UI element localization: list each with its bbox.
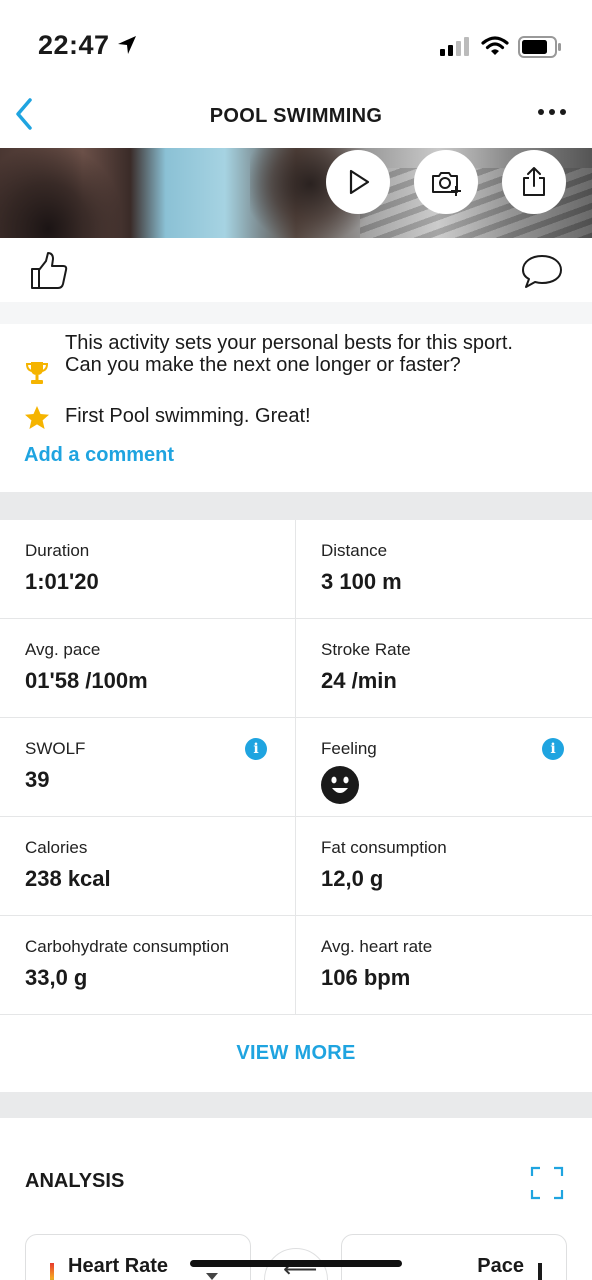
- stat-avg-pace: Avg. pace 01'58 /100m: [0, 619, 296, 718]
- view-more-row: VIEW MORE: [0, 1016, 592, 1092]
- graph-selector-label: Pace: [477, 1255, 524, 1277]
- heart-rate-graph-selector[interactable]: Heart Rate: [25, 1234, 251, 1280]
- swap-arrow-icon: ⟵: [283, 1256, 318, 1280]
- wifi-icon: [481, 36, 509, 55]
- view-more-button[interactable]: VIEW MORE: [236, 1042, 355, 1065]
- stat-label: Carbohydrate consumption: [25, 937, 230, 956]
- stat-label: Feeling: [321, 739, 377, 758]
- stat-label: Avg. heart rate: [321, 937, 433, 956]
- stat-value: 39: [25, 767, 50, 792]
- comment-bubble-icon[interactable]: [520, 252, 564, 292]
- heart-rate-color-bar: [50, 1263, 54, 1280]
- status-bar: 22:47: [0, 0, 592, 90]
- stat-value: 238 kcal: [25, 866, 111, 891]
- add-comment-link[interactable]: Add a comment: [24, 444, 174, 467]
- page-title: POOL SWIMMING: [209, 105, 383, 127]
- section-divider: [0, 492, 592, 520]
- stat-label: Avg. pace: [25, 640, 101, 659]
- stats-grid: Duration 1:01'20 Distance 3 100 m Avg. p…: [0, 520, 592, 1016]
- cellular-signal-icon: [440, 37, 469, 56]
- star-icon: [25, 406, 49, 429]
- stat-value: 1:01'20: [25, 569, 99, 594]
- share-button[interactable]: [502, 150, 566, 214]
- status-time: 22:47: [38, 30, 110, 60]
- share-icon: [523, 167, 545, 196]
- stat-label: Stroke Rate: [321, 640, 411, 659]
- activity-photo[interactable]: [0, 148, 592, 238]
- stat-swolf: SWOLF i 39: [0, 718, 296, 817]
- stat-value: 33,0 g: [25, 965, 88, 990]
- stat-label: SWOLF: [25, 739, 86, 758]
- stat-carbohydrate-consumption: Carbohydrate consumption 33,0 g: [0, 916, 296, 1015]
- play-button[interactable]: [326, 150, 390, 214]
- stat-duration: Duration 1:01'20: [0, 520, 296, 619]
- section-divider: [0, 1092, 592, 1118]
- stat-value: 01'58 /100m: [25, 668, 148, 693]
- achievement-item: First Pool swimming. Great!: [24, 405, 535, 431]
- stat-value: 12,0 g: [321, 866, 384, 891]
- battery-icon: [518, 36, 561, 58]
- analysis-section: ANALYSIS Heart Rate ⟵ Pace: [0, 1118, 592, 1280]
- chevron-down-icon: [206, 1273, 218, 1280]
- home-indicator[interactable]: [190, 1260, 402, 1267]
- stat-label: Duration: [25, 541, 90, 560]
- nav-bar: POOL SWIMMING: [0, 90, 592, 148]
- more-options-icon[interactable]: [536, 102, 568, 122]
- fullscreen-icon[interactable]: [530, 1166, 564, 1200]
- photo-shade: [0, 148, 120, 238]
- achievement-text: This activity sets your personal bests f…: [65, 332, 513, 376]
- analysis-title: ANALYSIS: [25, 1170, 125, 1192]
- trophy-icon: [25, 362, 49, 384]
- info-icon[interactable]: i: [245, 738, 267, 760]
- stat-fat-consumption: Fat consumption 12,0 g: [296, 817, 592, 916]
- achievement-text: First Pool swimming. Great!: [65, 405, 311, 427]
- stat-distance: Distance 3 100 m: [296, 520, 592, 619]
- stat-feeling: Feeling i: [296, 718, 592, 817]
- stat-label: Calories: [25, 838, 88, 857]
- pace-graph-selector[interactable]: Pace: [341, 1234, 567, 1280]
- info-icon[interactable]: i: [542, 738, 564, 760]
- graph-selector-label: Heart Rate: [68, 1255, 169, 1277]
- stat-value: 24 /min: [321, 668, 397, 693]
- add-photo-icon: [432, 172, 461, 196]
- achievement-item: This activity sets your personal bests f…: [24, 332, 535, 386]
- location-arrow-icon: [118, 36, 136, 54]
- stat-label: Distance: [321, 541, 388, 560]
- stat-calories: Calories 238 kcal: [0, 817, 296, 916]
- section-divider: [0, 302, 592, 324]
- add-photo-button[interactable]: [414, 150, 478, 214]
- stat-value: 106 bpm: [321, 965, 411, 990]
- feeling-face-icon: [321, 766, 359, 804]
- stat-value: 3 100 m: [321, 569, 402, 594]
- pace-color-bar: [538, 1263, 542, 1280]
- stat-label: Fat consumption: [321, 838, 447, 857]
- achievements-section: This activity sets your personal bests f…: [0, 324, 592, 492]
- play-icon: [349, 169, 370, 195]
- reactions-bar: [0, 238, 592, 302]
- thumbs-up-icon[interactable]: [28, 250, 70, 292]
- stat-avg-heart-rate: Avg. heart rate 106 bpm: [296, 916, 592, 1015]
- stat-stroke-rate: Stroke Rate 24 /min: [296, 619, 592, 718]
